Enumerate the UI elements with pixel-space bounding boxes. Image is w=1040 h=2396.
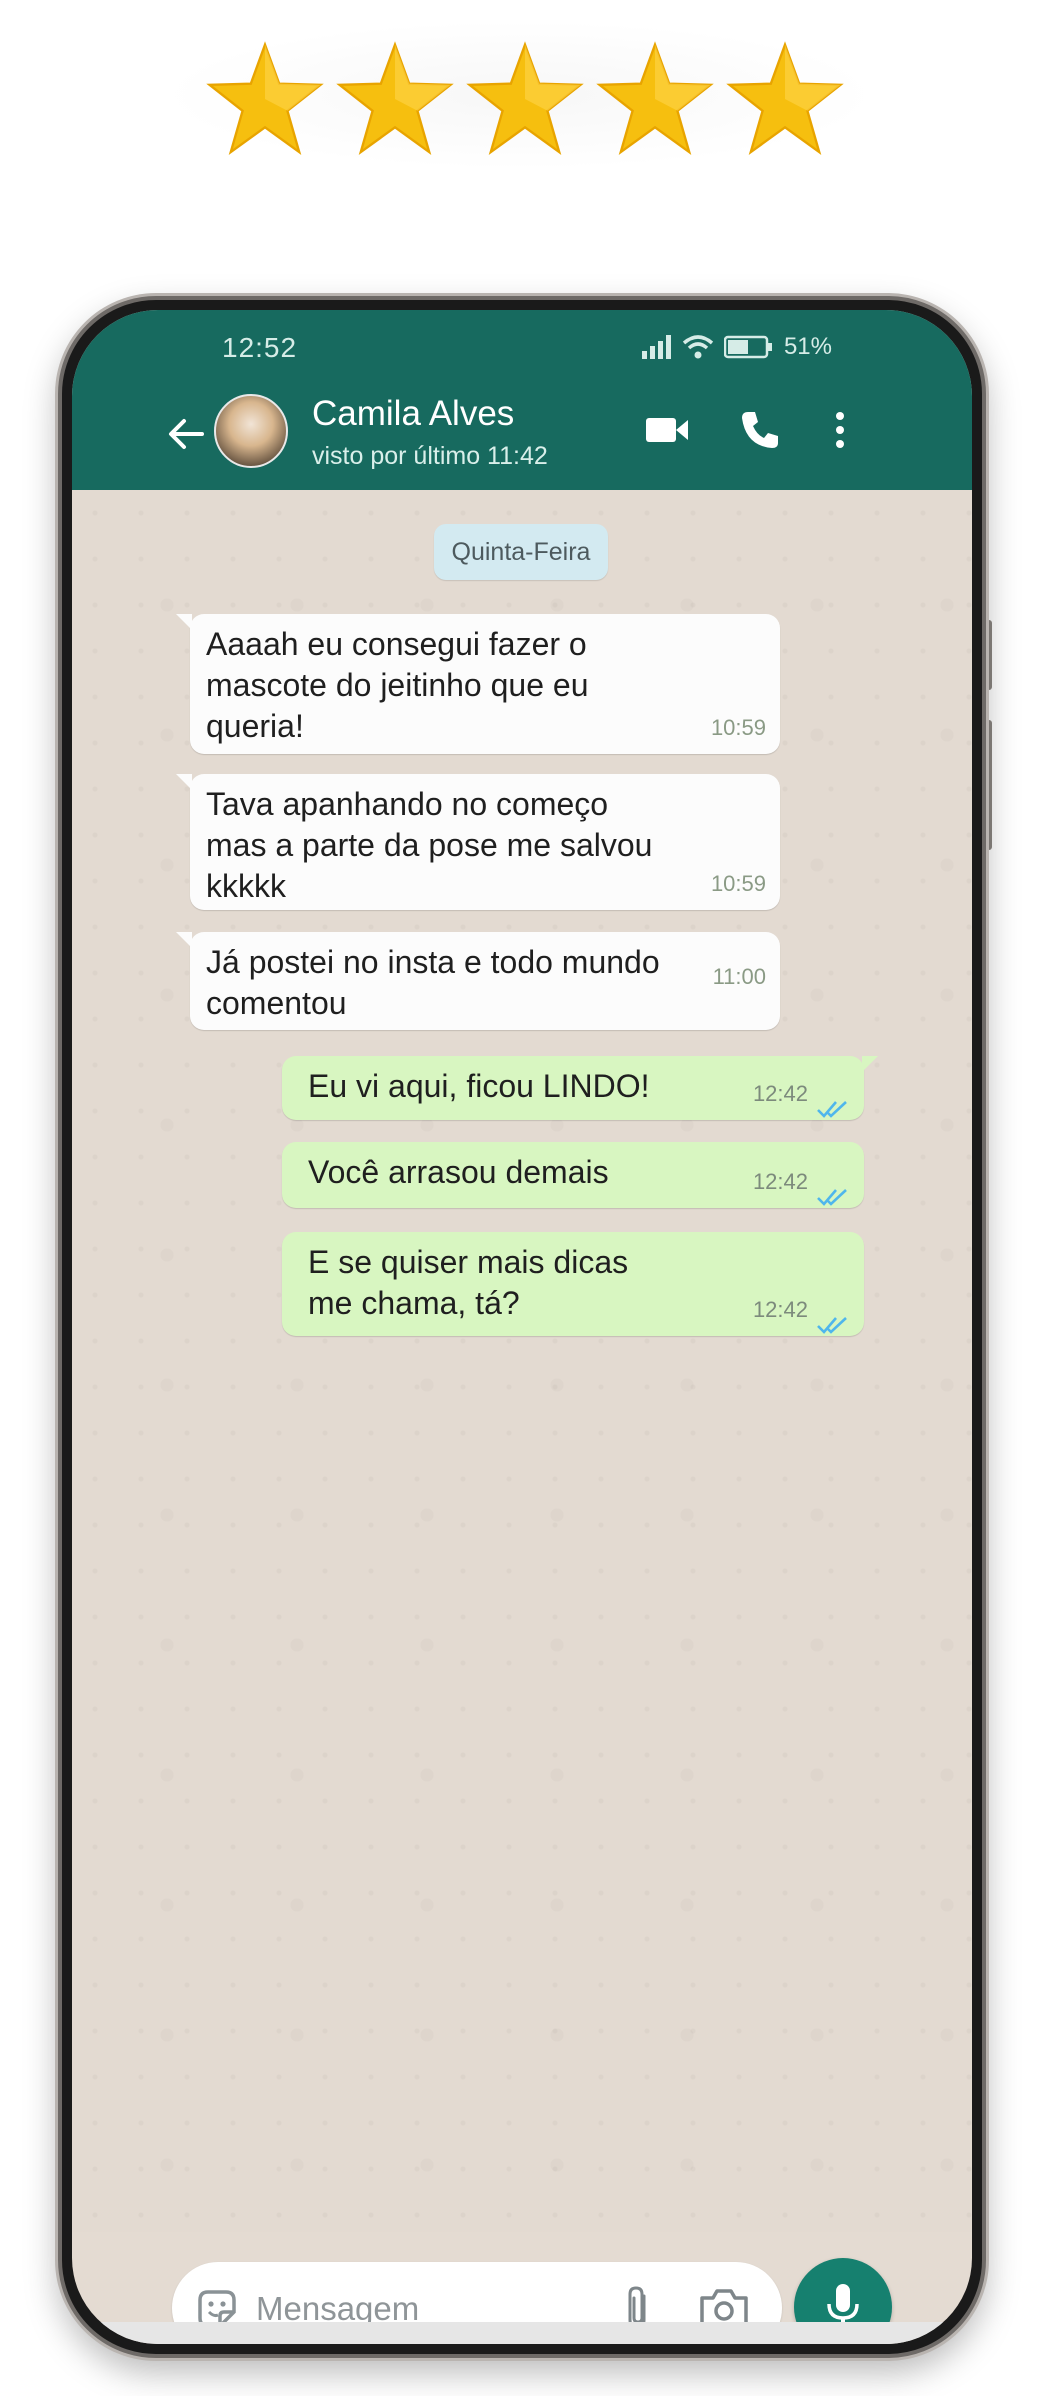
- back-arrow-icon[interactable]: [166, 414, 206, 454]
- star-icon: [206, 40, 324, 158]
- avatar[interactable]: [214, 394, 288, 468]
- star-icon: [726, 40, 844, 158]
- volume-button: [986, 620, 992, 690]
- read-ticks-icon: [816, 1304, 850, 1334]
- message-text: Já postei no insta e todo mundo comentou: [206, 944, 660, 1021]
- rating-stars: [160, 20, 880, 170]
- battery-icon: [723, 334, 774, 360]
- phone-screen: 12:52 51% Camila Alves visto por último …: [72, 310, 972, 2344]
- status-bar: 12:52 51%: [72, 310, 972, 376]
- message-outgoing[interactable]: Você arrasou demais 12:42: [282, 1142, 864, 1208]
- date-chip: Quinta-Feira: [434, 524, 608, 580]
- navigation-bar: [72, 2322, 972, 2344]
- last-seen-status: visto por último 11:42: [312, 442, 548, 470]
- message-outgoing[interactable]: E se quiser mais dicas me chama, tá? 12:…: [282, 1232, 864, 1336]
- signal-icon: [640, 335, 672, 359]
- message-text: Aaaah eu consegui fazer o mascote do jei…: [206, 626, 589, 744]
- message-outgoing[interactable]: Eu vi aqui, ficou LINDO! 12:42: [282, 1056, 878, 1120]
- message-text: Tava apanhando no começo mas a parte da …: [206, 786, 653, 904]
- wifi-icon: [682, 334, 714, 360]
- contact-name[interactable]: Camila Alves: [312, 394, 514, 434]
- chat-header: Camila Alves visto por último 11:42: [72, 376, 972, 490]
- star-icon: [466, 40, 584, 158]
- star-icon: [336, 40, 454, 158]
- phone-frame: 12:52 51% Camila Alves visto por último …: [58, 296, 986, 2358]
- message-time: 12:42: [752, 1297, 808, 1322]
- star-icon: [596, 40, 714, 158]
- status-time: 12:52: [222, 332, 298, 363]
- message-time: 11:00: [712, 964, 766, 989]
- message-time: 10:59: [710, 871, 766, 896]
- read-ticks-icon: [816, 1176, 850, 1206]
- message-incoming[interactable]: Já postei no insta e todo mundo comentou…: [176, 932, 780, 1030]
- message-time: 10:59: [710, 715, 766, 740]
- message-incoming[interactable]: Tava apanhando no começo mas a parte da …: [176, 774, 780, 910]
- phone-call-icon[interactable]: [738, 408, 782, 452]
- read-ticks-icon: [816, 1088, 850, 1118]
- battery-percent: 51%: [783, 333, 832, 360]
- status-icons: 51%: [640, 332, 832, 362]
- power-button: [986, 720, 992, 850]
- more-options-icon[interactable]: [832, 408, 848, 452]
- chat-area[interactable]: Quinta-Feira Aaaah eu consegui fazer o m…: [72, 490, 972, 2232]
- video-call-icon[interactable]: [644, 408, 690, 452]
- message-incoming[interactable]: Aaaah eu consegui fazer o mascote do jei…: [176, 614, 780, 754]
- message-time: 12:42: [752, 1081, 808, 1106]
- message-time: 12:42: [752, 1169, 808, 1194]
